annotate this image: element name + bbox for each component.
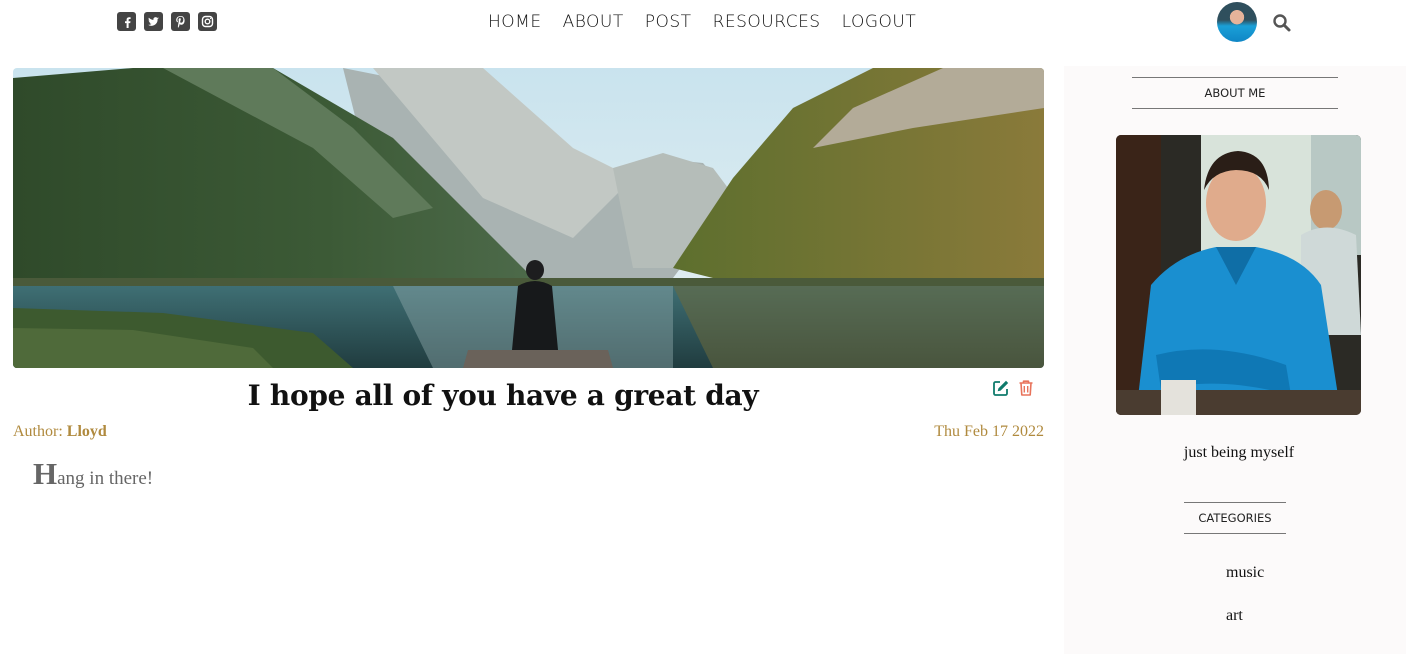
author-label: Author: (13, 423, 63, 440)
bio-text: just being myself (1183, 444, 1295, 461)
profile-photo (1116, 135, 1361, 415)
post-date: Thu Feb 17 2022 (934, 423, 1044, 440)
category-music[interactable]: music (1226, 564, 1264, 582)
categories-heading: CATEGORIES (1184, 502, 1286, 534)
post-dropcap: H (33, 456, 58, 491)
instagram-icon[interactable] (198, 12, 217, 31)
about-me-heading: ABOUT ME (1132, 77, 1338, 109)
social-links (117, 12, 217, 31)
pinterest-square-icon[interactable] (171, 12, 190, 31)
top-bar: HOME ABOUT POST RESOURCES LOGOUT (0, 0, 1406, 48)
nav-resources[interactable]: RESOURCES (713, 10, 821, 34)
nav-about[interactable]: ABOUT (563, 10, 624, 34)
user-avatar[interactable] (1217, 2, 1257, 42)
post-cover-image (13, 68, 1044, 368)
nav-logout[interactable]: LOGOUT (842, 10, 917, 34)
post-author: Author: Lloyd (13, 423, 107, 441)
trash-icon[interactable] (1018, 379, 1034, 402)
post-body-text: ang in there! (57, 468, 154, 489)
post-actions (992, 379, 1034, 402)
search-icon[interactable] (1272, 13, 1292, 33)
nav-home[interactable]: HOME (488, 10, 542, 34)
post-title: I hope all of you have a great day (247, 379, 759, 412)
edit-icon[interactable] (992, 379, 1010, 402)
main-nav: HOME ABOUT POST RESOURCES LOGOUT (488, 10, 916, 34)
twitter-square-icon[interactable] (144, 12, 163, 31)
post-body: Hang in there! (33, 454, 153, 499)
nav-post[interactable]: POST (645, 10, 692, 34)
author-name[interactable]: Lloyd (67, 423, 107, 440)
category-art[interactable]: art (1226, 607, 1243, 625)
facebook-square-icon[interactable] (117, 12, 136, 31)
sidebar: ABOUT ME just being myself CATEGORIES mu… (1064, 66, 1406, 654)
